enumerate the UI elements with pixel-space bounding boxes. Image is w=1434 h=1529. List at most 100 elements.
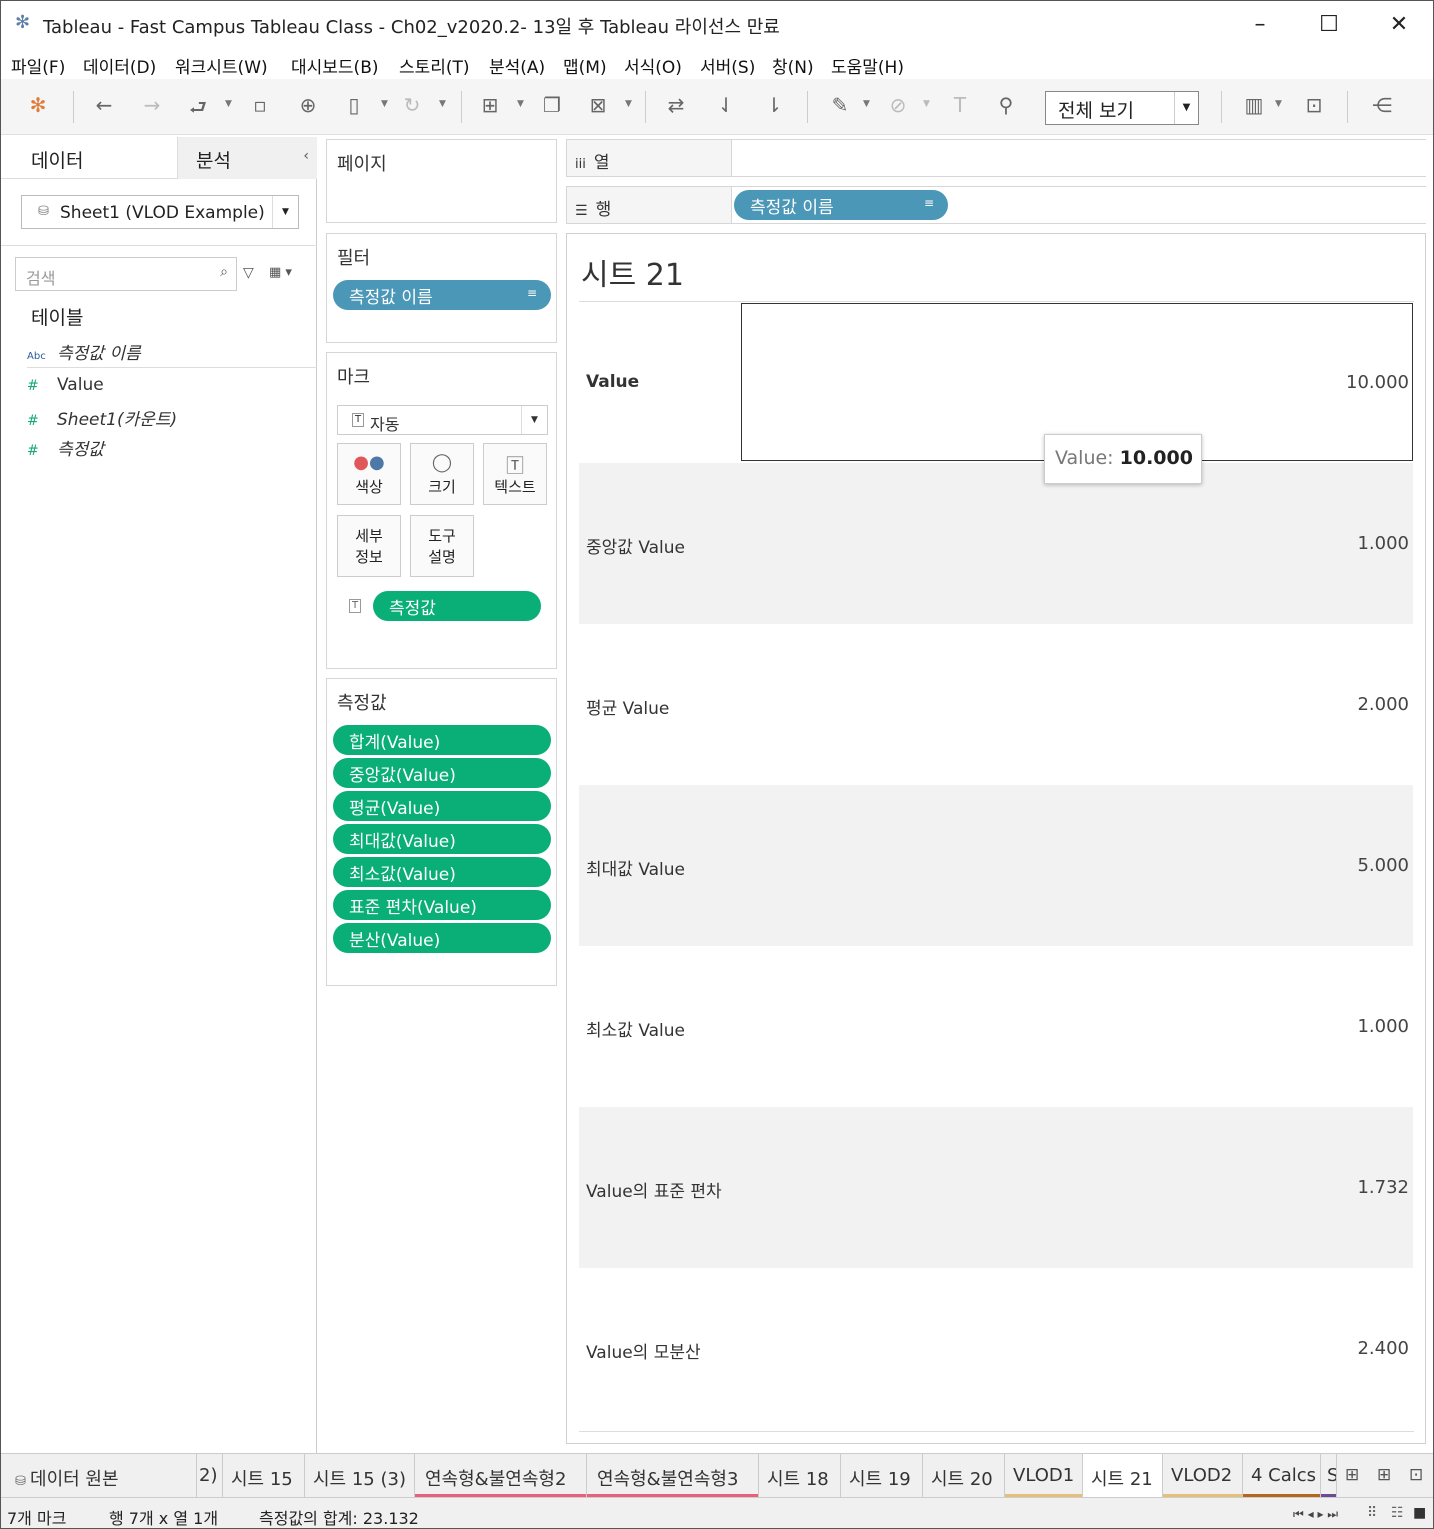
group-members-icon[interactable]: ⊘: [885, 93, 911, 117]
sheet-tab[interactable]: S: [1321, 1454, 1337, 1498]
columns-shelf[interactable]: iii 열: [566, 139, 1426, 177]
collapse-icon[interactable]: ‹: [303, 148, 309, 164]
table-row[interactable]: 최대값 Value 5.000: [579, 785, 1413, 946]
menu-format[interactable]: 서식(O): [624, 53, 682, 78]
pause-updates-icon[interactable]: ▯: [341, 93, 367, 117]
maximize-button[interactable]: ☐: [1306, 5, 1352, 45]
measure-pill-median[interactable]: 중앙값(Value): [333, 758, 551, 788]
datasource-select[interactable]: ⛁ Sheet1 (VLOD Example) ▼: [21, 195, 299, 229]
new-story-icon[interactable]: ⊡: [1409, 1465, 1423, 1485]
sheet-tab-active[interactable]: 시트 21: [1083, 1454, 1163, 1498]
row-value[interactable]: 2.400: [1357, 1338, 1409, 1359]
detail-button[interactable]: 세부 정보: [337, 515, 401, 577]
search-input[interactable]: 검색 ⌕: [15, 257, 237, 291]
menu-file[interactable]: 파일(F): [11, 53, 65, 78]
menu-worksheet[interactable]: 워크시트(W): [175, 53, 268, 78]
fit-view-select[interactable]: 전체 보기 ▼: [1045, 91, 1199, 125]
sheet-tab[interactable]: VLOD1: [1005, 1454, 1083, 1498]
view-options-icon[interactable]: ▦ ▾: [269, 265, 292, 280]
sheet-tab[interactable]: VLOD2: [1163, 1454, 1243, 1498]
tableau-home-icon[interactable]: ✻: [25, 93, 51, 117]
show-sheet-sorter-icon[interactable]: ⠿: [1367, 1505, 1377, 1521]
tab-data[interactable]: 데이터: [1, 137, 177, 179]
sheet-tab[interactable]: 시트 15 (3): [305, 1454, 415, 1498]
tab-analysis[interactable]: 분석 ‹: [177, 137, 317, 179]
field-sheet1-count[interactable]: # Sheet1(카운트): [27, 405, 177, 430]
presentation-mode-icon[interactable]: ⊡: [1301, 93, 1327, 117]
swap-rows-columns-icon[interactable]: ⇄: [663, 93, 689, 117]
color-button[interactable]: ●● 색상: [337, 443, 401, 505]
show-tabs-icon[interactable]: ■: [1413, 1505, 1426, 1521]
menu-story[interactable]: 스토리(T): [399, 53, 470, 78]
save-icon[interactable]: ▫: [247, 93, 273, 117]
tooltip-button[interactable]: 도구 설명: [410, 515, 474, 577]
new-datasource-icon[interactable]: ⊕: [295, 93, 321, 117]
undo-icon[interactable]: ←: [91, 93, 117, 117]
sheet-tab[interactable]: 시트 19: [841, 1454, 923, 1498]
table-row[interactable]: Value의 표준 편차 1.732: [579, 1107, 1413, 1268]
sheet-tab[interactable]: 시트 15: [223, 1454, 305, 1498]
sheet-tab[interactable]: 시트 20: [923, 1454, 1005, 1498]
marks-text-pill[interactable]: 측정값: [373, 591, 541, 621]
filter-pill-measure-names[interactable]: 측정값 이름 ≡: [333, 280, 551, 310]
sheet-tab[interactable]: 4 Calcs: [1243, 1454, 1321, 1498]
close-button[interactable]: ✕: [1376, 5, 1422, 45]
new-worksheet-icon[interactable]: ⊞: [477, 93, 503, 117]
menu-data[interactable]: 데이터(D): [83, 53, 156, 78]
row-value[interactable]: 1.000: [1357, 533, 1409, 554]
show-me-icon[interactable]: ▥: [1241, 93, 1267, 117]
pages-card[interactable]: 페이지: [326, 139, 557, 223]
measure-pill-min[interactable]: 최소값(Value): [333, 857, 551, 887]
measure-pill-stddev[interactable]: 표준 편차(Value): [333, 890, 551, 920]
sort-descending-icon[interactable]: ⇂: [761, 93, 787, 117]
table-row[interactable]: 최소값 Value 1.000: [579, 946, 1413, 1107]
field-measure-names[interactable]: Abc 측정값 이름: [27, 339, 141, 364]
table-row[interactable]: Value의 모분산 2.400: [579, 1268, 1413, 1429]
mark-type-select[interactable]: T 자동 ▼: [337, 405, 548, 435]
show-filmstrip-icon[interactable]: ☷: [1391, 1505, 1404, 1521]
field-value[interactable]: # Value: [27, 375, 104, 395]
sheet-tab[interactable]: 연속형&불연속형3: [587, 1454, 759, 1498]
tab-navigation-icon[interactable]: ⏮ ◂ ▸ ⏭: [1293, 1507, 1338, 1522]
redo-icon[interactable]: →: [139, 93, 165, 117]
show-mark-labels-icon[interactable]: T: [947, 93, 973, 117]
replay-icon[interactable]: ⮐: [185, 93, 211, 127]
sort-ascending-icon[interactable]: ⇃: [713, 93, 739, 117]
filters-card[interactable]: 필터 측정값 이름 ≡: [326, 233, 557, 343]
row-value[interactable]: 1.732: [1357, 1177, 1409, 1198]
filter-icon[interactable]: ▽: [243, 265, 254, 281]
rows-pill-measure-names[interactable]: 측정값 이름 ≡: [734, 190, 948, 220]
size-button[interactable]: ◯ 크기: [410, 443, 474, 505]
sheet-tab[interactable]: 시트 18: [759, 1454, 841, 1498]
share-icon[interactable]: ⋲: [1369, 93, 1395, 117]
highlight-icon[interactable]: ✎: [827, 93, 853, 117]
new-dashboard-icon[interactable]: ⊞: [1377, 1465, 1391, 1485]
menu-help[interactable]: 도움말(H): [831, 53, 904, 78]
menu-window[interactable]: 창(N): [772, 53, 814, 78]
tab-datasource[interactable]: ⛁ 데이터 원본: [1, 1454, 197, 1498]
measure-pill-variance[interactable]: 분산(Value): [333, 923, 551, 953]
sheet-tab[interactable]: 연속형&불연속형2: [415, 1454, 587, 1498]
menu-analysis[interactable]: 분석(A): [489, 53, 545, 78]
row-value[interactable]: 5.000: [1357, 855, 1409, 876]
refresh-icon[interactable]: ↻: [399, 93, 425, 117]
text-button[interactable]: 🅃 텍스트: [483, 443, 547, 505]
menu-dashboard[interactable]: 대시보드(B): [291, 53, 379, 78]
minimize-button[interactable]: –: [1237, 5, 1283, 45]
sheet-tab[interactable]: 2): [197, 1454, 223, 1498]
fix-axes-icon[interactable]: ⚲: [993, 93, 1019, 117]
clear-sheet-icon[interactable]: ⊠: [585, 93, 611, 117]
measure-pill-max[interactable]: 최대값(Value): [333, 824, 551, 854]
rows-shelf[interactable]: ☰ 행 측정값 이름 ≡: [566, 186, 1426, 224]
row-value[interactable]: 1.000: [1357, 1016, 1409, 1037]
row-value[interactable]: 2.000: [1357, 694, 1409, 715]
table-row[interactable]: 중앙값 Value 1.000: [579, 463, 1413, 624]
table-row[interactable]: 평균 Value 2.000: [579, 624, 1413, 785]
menu-server[interactable]: 서버(S): [700, 53, 755, 78]
menu-map[interactable]: 맵(M): [563, 53, 607, 78]
new-worksheet-icon[interactable]: ⊞: [1345, 1465, 1359, 1485]
field-measure-values[interactable]: # 측정값: [27, 435, 104, 460]
duplicate-sheet-icon[interactable]: ❐: [539, 93, 565, 117]
measure-pill-sum[interactable]: 합계(Value): [333, 725, 551, 755]
measure-pill-average[interactable]: 평균(Value): [333, 791, 551, 821]
